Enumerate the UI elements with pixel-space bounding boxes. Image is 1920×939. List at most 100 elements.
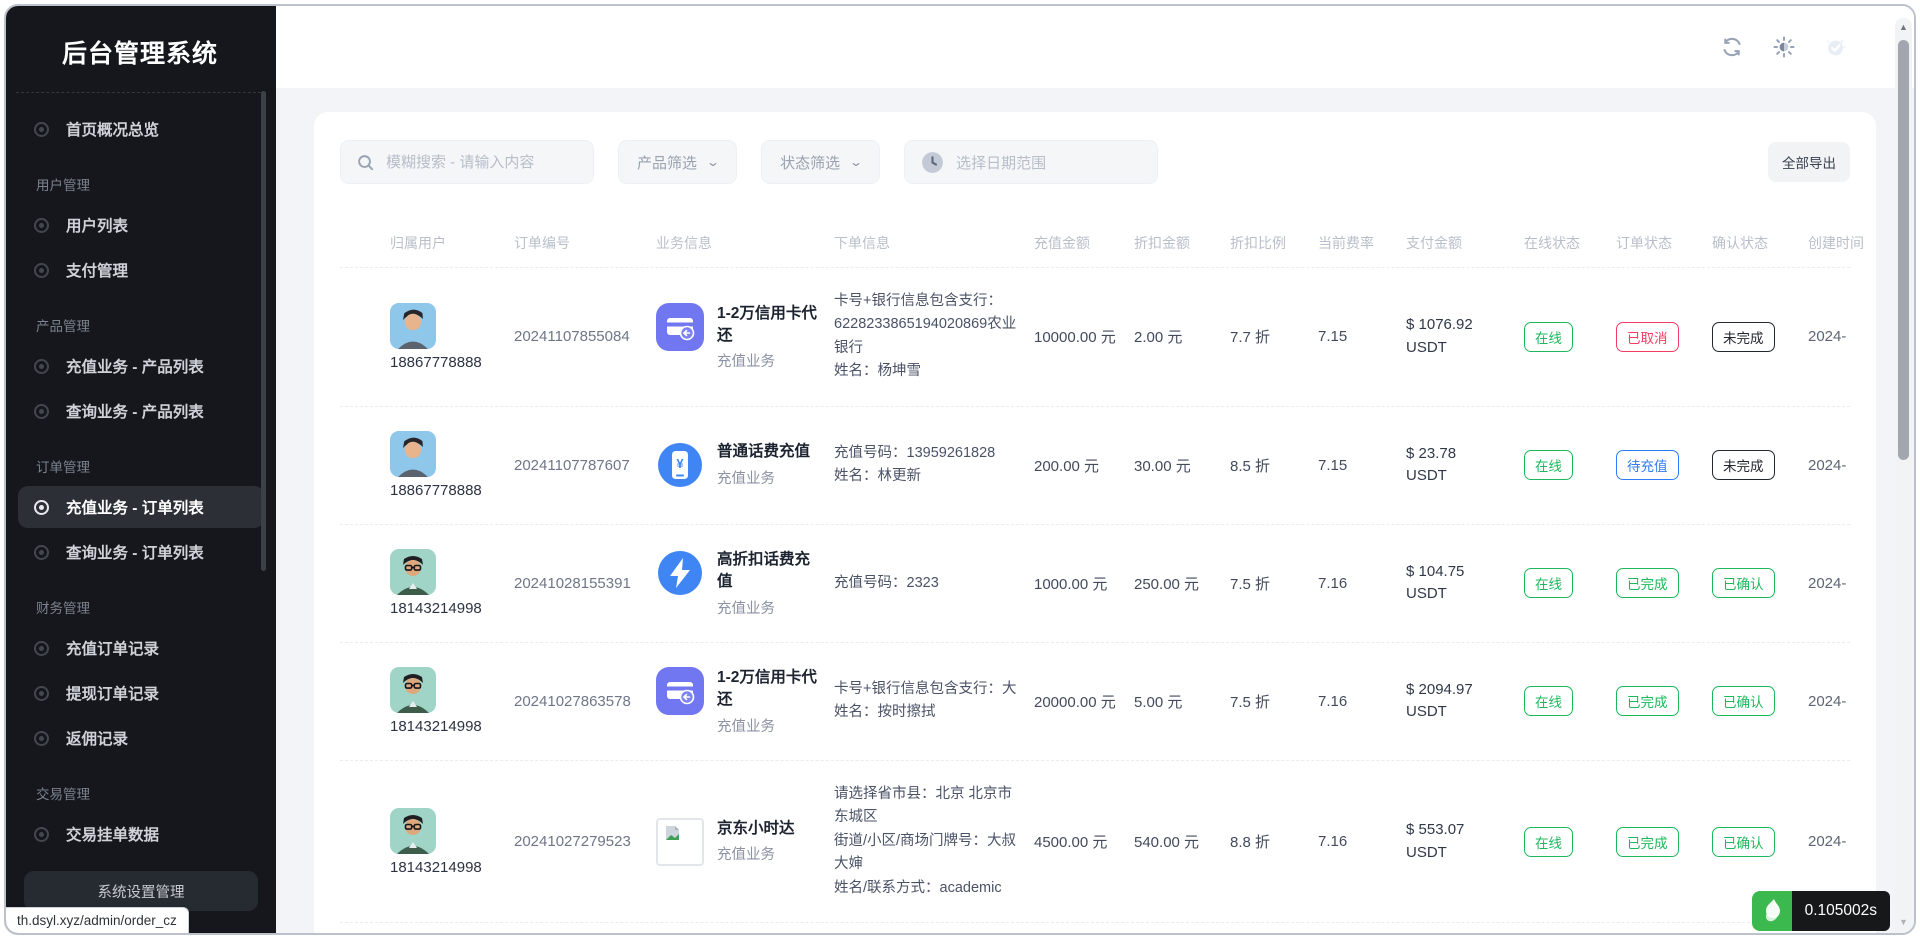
column-header: 归属用户 [390,233,514,253]
pay-amount-cell: $ 1076.92USDT [1406,314,1524,359]
credit-card-icon [656,303,704,351]
pay-amount-cell: $ 23.78USDT [1406,443,1524,488]
table-row: 1814321499820241028155391高折扣话费充值充值业务充值号码… [340,525,1850,643]
sidebar-item[interactable]: 充值订单记录 [18,627,264,669]
order-number: 20241027863578 [514,693,656,710]
link-url-statusbar: th.dsyl.xyz/admin/order_cz [6,907,189,933]
discount-ratio: 7.5 折 [1230,691,1318,712]
recharge-amount: 20000.00 元 [1034,691,1134,712]
order-status-badge[interactable]: 已完成 [1616,568,1679,598]
scroll-up-arrow[interactable]: ▲ [1895,22,1912,32]
pay-currency: USDT [1406,583,1514,606]
order-info-cell: 卡号+银行信息包含支行：大姓名：按时擦拭 [834,678,1034,725]
column-header: 订单编号 [514,233,656,253]
date-range-picker[interactable]: 选择日期范围 [904,140,1158,184]
online-status-badge[interactable]: 在线 [1524,450,1573,480]
order-status-badge-cell: 已完成 [1616,568,1712,598]
online-status-badge[interactable]: 在线 [1524,568,1573,598]
sidebar-item[interactable]: 交易挂单数据 [18,813,264,855]
order-status-badge[interactable]: 已完成 [1616,686,1679,716]
clear-check-icon[interactable] [1824,35,1848,59]
product-text: 1-2万信用卡代还充值业务 [717,303,824,372]
order-info-line: 卡号+银行信息包含支行：6228233865194020869农业银行 [834,290,1024,360]
current-rate: 7.15 [1318,457,1406,474]
column-header: 支付金额 [1406,233,1524,253]
owner-user-cell: 18867778888 [390,303,514,371]
online-status-badge[interactable]: 在线 [1524,686,1573,716]
confirm-status-badge[interactable]: 未完成 [1712,322,1775,352]
order-info-line: 充值号码：2323 [834,572,1024,595]
bullseye-icon [34,404,49,419]
online-status-badge[interactable]: 在线 [1524,322,1573,352]
bullseye-icon [34,500,49,515]
sidebar-item[interactable]: 首页概况总览 [18,108,264,150]
sidebar-scrollbar[interactable] [261,91,266,571]
online-status-badge[interactable]: 在线 [1524,827,1573,857]
pay-amount: $ 553.07 [1406,819,1514,842]
business-info-cell: 1-2万信用卡代还充值业务 [656,303,834,372]
theme-sun-icon[interactable] [1772,35,1796,59]
sidebar-item[interactable]: 支付管理 [18,249,264,291]
avatar [390,808,436,854]
status-filter-dropdown[interactable]: 状态筛选 ⌄ [761,140,880,184]
column-header: 订单状态 [1616,233,1712,253]
scroll-down-arrow[interactable]: ▼ [1895,917,1912,927]
bullseye-icon [34,263,49,278]
sidebar-item[interactable]: 查询业务 - 订单列表 [18,531,264,573]
confirm-status-badge[interactable]: 已确认 [1712,827,1775,857]
created-time: 2024- [1808,693,1876,710]
online-status-badge-cell: 在线 [1524,568,1616,598]
discount-ratio: 8.5 折 [1230,455,1318,476]
sidebar-item[interactable]: 返佣记录 [18,717,264,759]
fuzzy-search-box[interactable] [340,140,594,184]
devtools-plugin-icon[interactable] [1752,891,1792,931]
scrollbar-thumb[interactable] [1898,40,1909,460]
order-status-badge-cell: 已完成 [1616,827,1712,857]
search-icon [356,153,375,172]
sidebar: 后台管理系统 首页概况总览用户管理用户列表支付管理产品管理充值业务 - 产品列表… [6,6,276,933]
avatar [390,431,436,477]
pay-currency: USDT [1406,842,1514,865]
column-header: 折扣比例 [1230,233,1318,253]
discount-ratio: 7.7 折 [1230,326,1318,347]
order-status-badge[interactable]: 已完成 [1616,827,1679,857]
order-info-cell: 充值号码：13959261828姓名：林更新 [834,442,1034,489]
column-header: 在线状态 [1524,233,1616,253]
export-all-button[interactable]: 全部导出 [1768,142,1850,182]
system-settings-button[interactable]: 系统设置管理 [24,871,258,911]
load-time-value: 0.105002s [1792,891,1890,931]
page-scrollbar[interactable]: ▲ ▼ [1895,18,1912,931]
pay-amount-cell: $ 104.75USDT [1406,561,1524,606]
discount-amount: 5.00 元 [1134,691,1230,712]
refresh-icon[interactable] [1720,35,1744,59]
recharge-amount: 200.00 元 [1034,455,1134,476]
sidebar-item[interactable]: 充值业务 - 产品列表 [18,345,264,387]
current-rate: 7.16 [1318,693,1406,710]
sidebar-item-label: 查询业务 - 订单列表 [66,541,204,563]
confirm-status-badge[interactable]: 已确认 [1712,686,1775,716]
confirm-status-badge[interactable]: 已确认 [1712,568,1775,598]
order-status-badge[interactable]: 已取消 [1616,322,1679,352]
product-filter-dropdown[interactable]: 产品筛选 ⌄ [618,140,737,184]
created-time: 2024- [1808,328,1876,345]
sidebar-item[interactable]: 用户列表 [18,204,264,246]
sidebar-item[interactable]: 查询业务 - 产品列表 [18,390,264,432]
owner-user-cell: 18867778888 [390,431,514,499]
order-status-badge-cell: 已完成 [1616,686,1712,716]
phone-cny-icon: ¥ [656,441,704,489]
date-range-label: 选择日期范围 [956,152,1046,173]
table-header-row: 归属用户订单编号业务信息下单信息充值金额折扣金额折扣比例当前费率支付金额在线状态… [340,218,1850,268]
current-rate: 7.16 [1318,575,1406,592]
sidebar-nav: 首页概况总览用户管理用户列表支付管理产品管理充值业务 - 产品列表查询业务 - … [6,105,276,861]
sidebar-item[interactable]: 充值业务 - 订单列表 [18,486,264,528]
discount-ratio: 8.8 折 [1230,831,1318,852]
search-input[interactable] [386,154,585,171]
confirm-status-badge[interactable]: 未完成 [1712,450,1775,480]
sidebar-item-label: 返佣记录 [66,727,128,749]
avatar [390,549,436,595]
order-status-badge[interactable]: 待充值 [1616,450,1679,480]
avatar [390,303,436,349]
table-row: 18867778888202411078550841-2万信用卡代还充值业务卡号… [340,268,1850,407]
sidebar-item[interactable]: 提现订单记录 [18,672,264,714]
table-row: 1814321499820241027279523京东小时达充值业务请选择省市县… [340,761,1850,923]
